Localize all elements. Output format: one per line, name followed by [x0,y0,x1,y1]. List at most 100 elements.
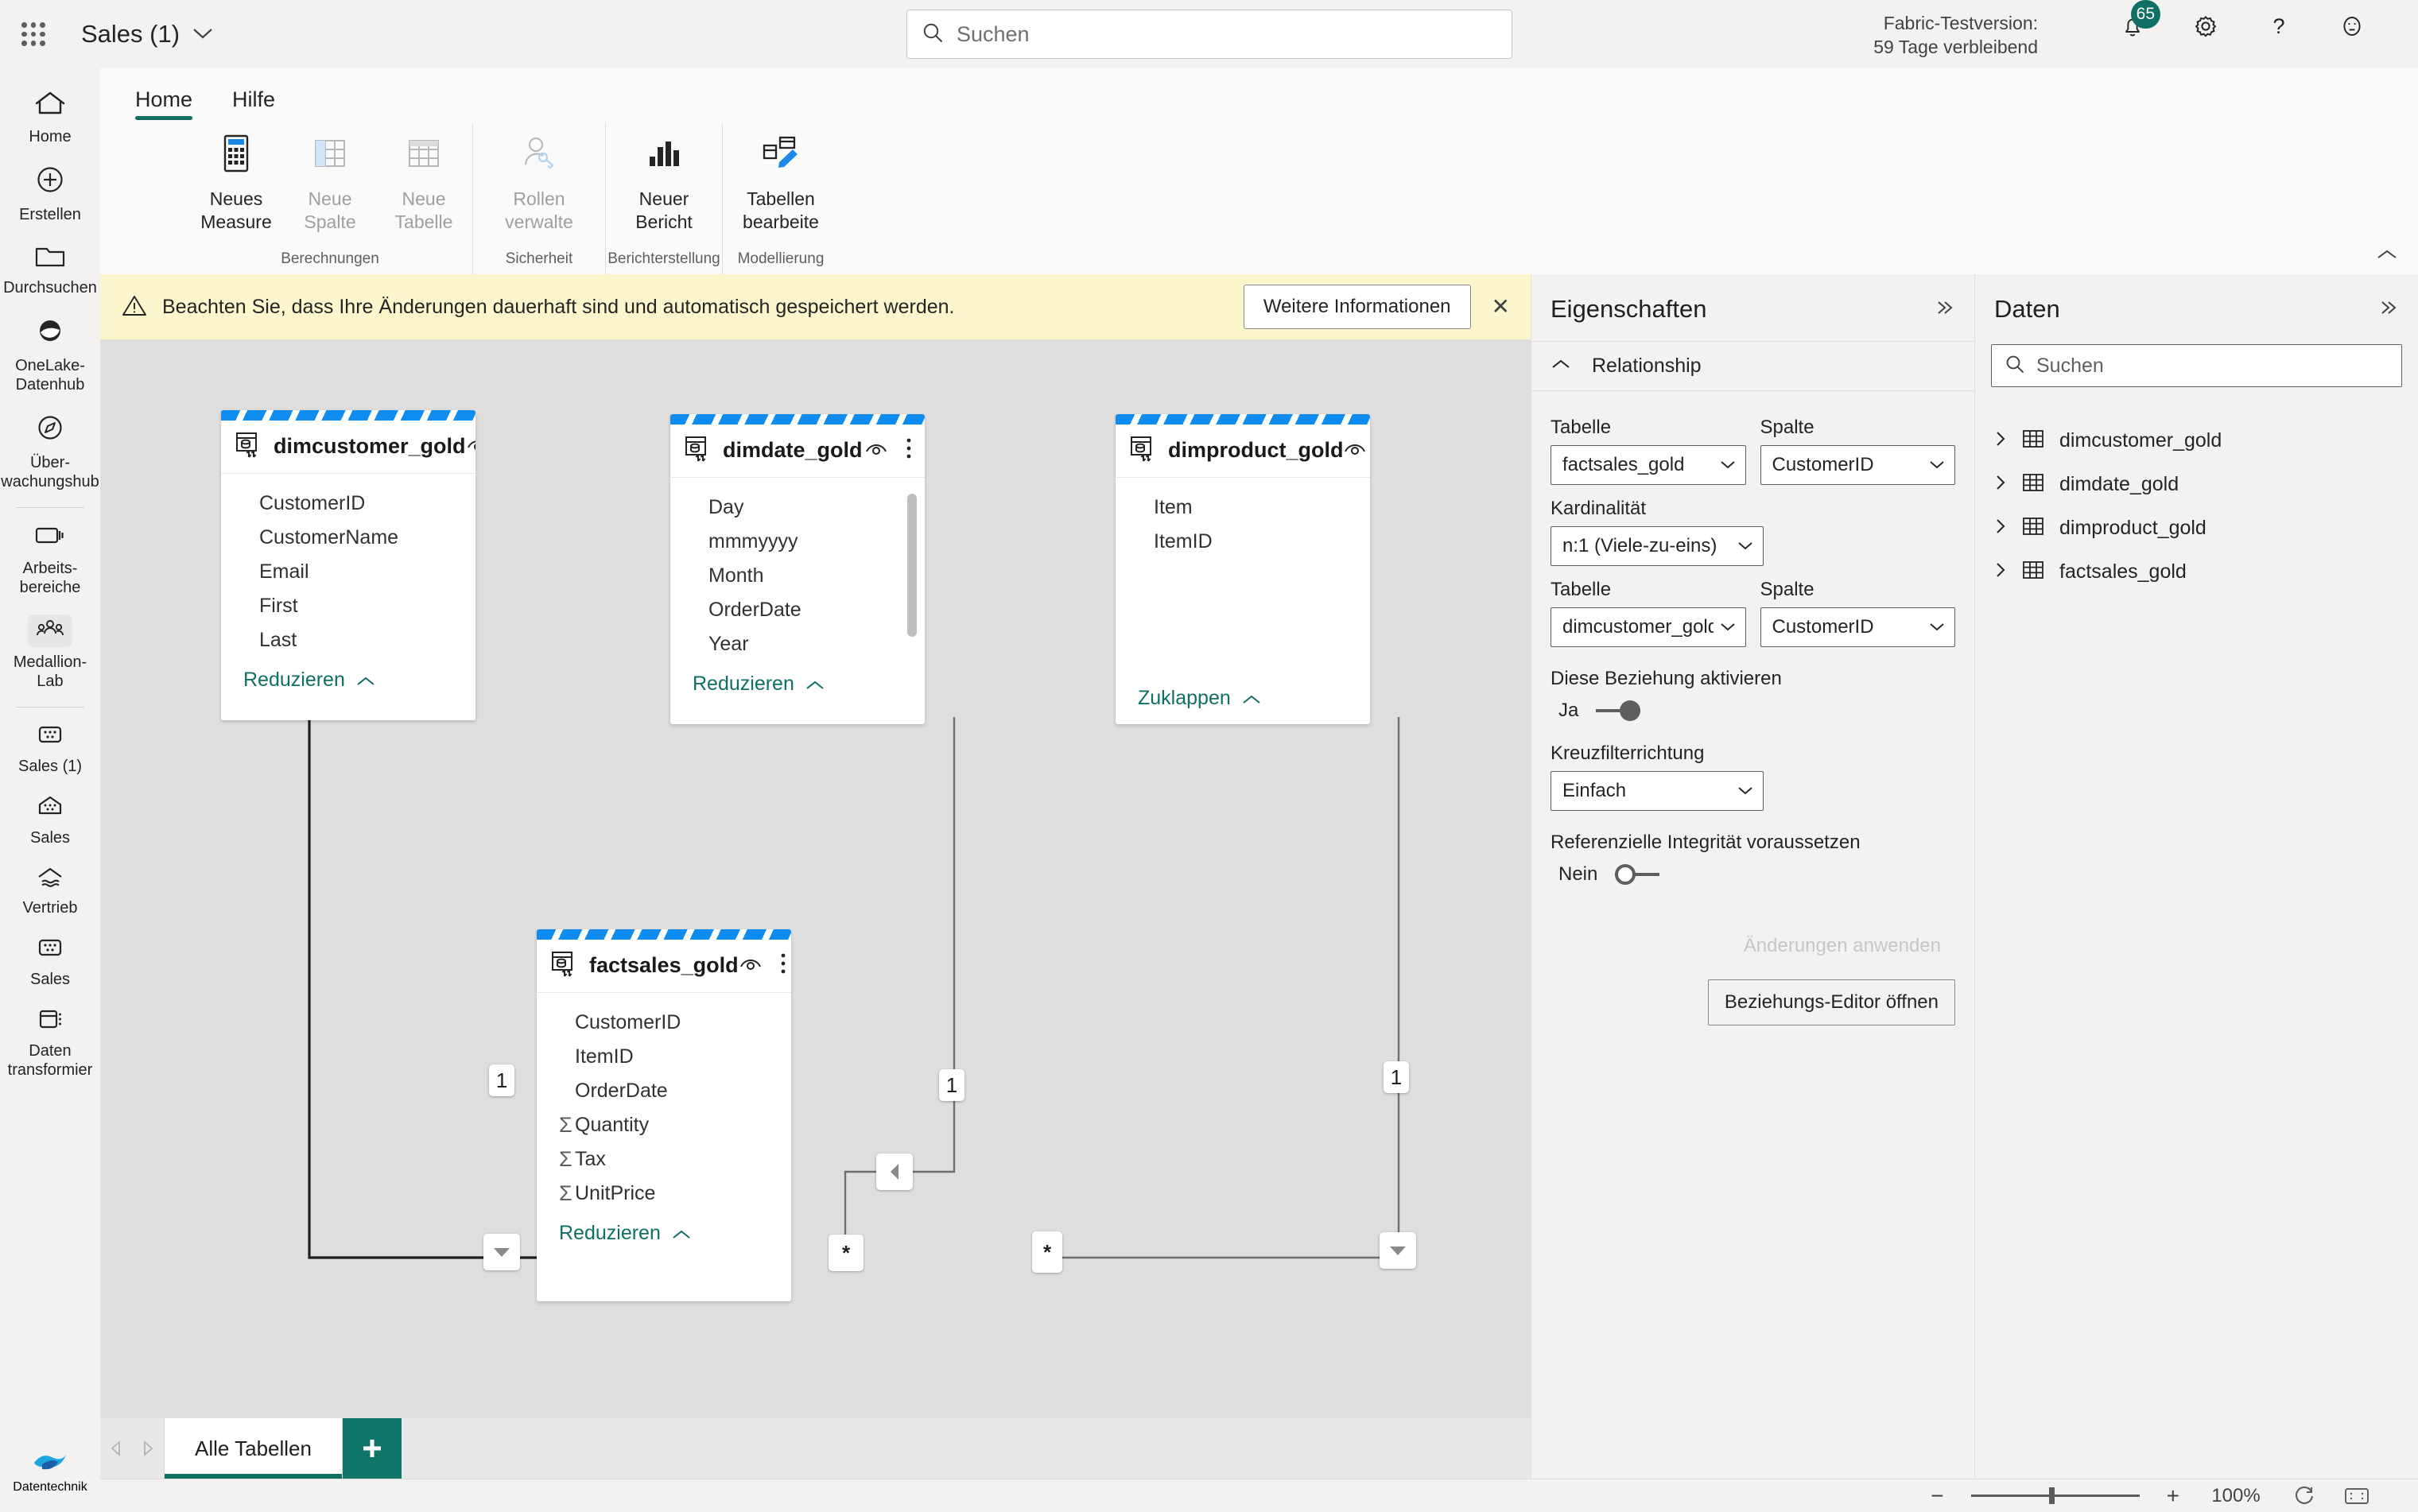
sidebar-item-home[interactable]: Home [3,79,97,154]
chevron-down-icon[interactable] [192,24,213,45]
field-row[interactable]: CustomerName [221,521,475,555]
eye-icon[interactable] [1343,440,1367,461]
tab-hilfe[interactable]: Hilfe [223,81,285,123]
referential-integrity-toggle[interactable]: Nein [1551,863,1955,886]
chevrons-right-icon[interactable] [2378,297,2399,322]
table-card-dimcustomer-gold[interactable]: dimcustomer_gold CustomerID CustomerName… [221,410,475,720]
app-launcher-icon[interactable] [17,18,49,50]
data-search-box[interactable] [1991,344,2402,387]
field-row[interactable]: CustomerID [537,1006,791,1040]
open-relationship-editor-button[interactable]: Beziehungs-Editor öffnen [1707,979,1955,1025]
data-table-row[interactable]: factsales_gold [1975,550,2418,594]
to-table-select[interactable]: dimcustomer_gold [1551,607,1746,647]
toggle-switch-off[interactable] [1615,864,1660,885]
add-sheet-button[interactable] [342,1418,402,1479]
triangle-right-icon[interactable] [132,1418,164,1479]
chevron-right-icon[interactable] [1994,473,2007,496]
data-table-row[interactable]: dimdate_gold [1975,463,2418,506]
table-card-factsales-gold[interactable]: factsales_gold CustomerID ItemID OrderDa… [537,929,791,1301]
sidebar-item-erstellen[interactable]: Erstellen [3,154,97,232]
more-info-button[interactable]: Weitere Informationen [1243,285,1471,329]
sheet-tab-alle-tabellen[interactable]: Alle Tabellen [164,1418,343,1479]
more-vertical-icon[interactable] [906,437,912,463]
close-icon[interactable]: ✕ [1492,296,1510,318]
field-row[interactable]: OrderDate [537,1074,791,1108]
cardinality-badge-many[interactable]: * [829,1235,864,1271]
sidebar-item-datentechnik[interactable]: Datentechnik [13,1444,87,1495]
sidebar-item-sales-model[interactable]: Sales [3,925,97,997]
field-row[interactable]: Month [670,559,925,593]
cardinality-badge-one[interactable]: 1 [489,1064,514,1096]
refresh-icon[interactable] [2292,1484,2316,1508]
chevron-right-icon[interactable] [1994,560,2007,583]
field-row[interactable]: Item [1116,490,1370,525]
cardinality-badge-one[interactable]: 1 [939,1069,964,1101]
chevrons-right-icon[interactable] [1935,297,1955,322]
search-input[interactable] [957,21,1497,47]
sidebar-item-sales-1[interactable]: Sales (1) [3,712,97,784]
table-card-dimdate-gold[interactable]: dimdate_gold Day mmmyyyy Month OrderDate… [670,414,925,724]
smiley-face-icon[interactable] [2334,8,2370,45]
gear-icon[interactable] [2187,8,2224,45]
active-relationship-toggle[interactable]: Ja [1551,700,1955,722]
from-column-select[interactable]: CustomerID [1760,445,1955,485]
crossfilter-select[interactable]: Einfach [1551,771,1764,811]
question-mark-icon[interactable]: ? [2261,8,2297,45]
field-row[interactable]: OrderDate [670,593,925,627]
field-row[interactable]: ItemID [537,1040,791,1074]
sidebar-item-medallion-lab[interactable]: Medallion- Lab [3,605,97,699]
model-canvas[interactable]: 1 * 1 * 1 * dimcustomer_gold [100,339,1531,1418]
relationship-section-toggle[interactable]: Relationship [1531,341,1974,391]
zoom-slider[interactable] [1970,1487,2140,1504]
to-column-select[interactable]: CustomerID [1760,607,1955,647]
filter-down-icon[interactable] [483,1234,520,1270]
chevron-right-icon[interactable] [1994,517,2007,540]
zoom-out-button[interactable]: − [1931,1484,1943,1507]
sidebar-item-durchsuchen[interactable]: Durchsuchen [3,232,97,305]
apply-changes-button[interactable]: Änderungen anwenden [1729,924,1955,968]
data-table-row[interactable]: dimcustomer_gold [1975,419,2418,463]
sidebar-item-onelake-datenhub[interactable]: OneLake- Datenhub [3,305,97,402]
fit-to-screen-icon[interactable] [2343,1486,2370,1506]
cardinality-select[interactable]: n:1 (Viele-zu-eins) [1551,526,1764,566]
tab-home[interactable]: Home [126,81,202,123]
cardinality-badge-many[interactable]: * [1032,1231,1062,1273]
collapse-link[interactable]: Zuklappen [1138,687,1261,710]
field-row[interactable]: Last [221,623,475,657]
eye-icon[interactable] [466,436,475,457]
toggle-switch-on[interactable] [1596,700,1641,721]
field-row[interactable]: Σ Tax [537,1142,791,1177]
manage-roles-button[interactable]: Rollen verwalte [492,123,586,234]
zoom-slider-handle[interactable] [2048,1487,2055,1504]
edit-tables-button[interactable]: Tabellen bearbeite [734,123,828,234]
field-row[interactable]: ItemID [1116,525,1370,559]
triangle-left-icon[interactable] [100,1418,132,1479]
eye-icon[interactable] [864,440,888,461]
more-vertical-icon[interactable] [780,952,786,979]
sidebar-item-daten-transformieren[interactable]: Daten transformier [3,997,97,1087]
chevron-right-icon[interactable] [1994,429,2007,452]
sidebar-item-sales-lakehouse[interactable]: Sales [3,784,97,855]
zoom-in-button[interactable]: + [2167,1484,2179,1507]
card-scrollbar[interactable] [907,494,917,637]
new-column-button[interactable]: Neue Spalte [283,123,377,234]
sidebar-item-arbeitsbereiche[interactable]: Arbeits- bereiche [3,513,97,605]
from-table-select[interactable]: factsales_gold [1551,445,1746,485]
new-measure-button[interactable]: Neues Measure [189,123,283,234]
field-row[interactable]: Day [670,490,925,525]
eye-icon[interactable] [739,955,763,976]
chevron-up-icon[interactable] [2377,244,2397,265]
search-box[interactable] [906,10,1512,59]
sidebar-item-ueberwachungshub[interactable]: Über- wachungshub [1,402,99,499]
collapse-link[interactable]: Reduzieren [693,673,825,696]
field-row[interactable]: CustomerID [221,487,475,521]
bell-icon[interactable]: 65 [2114,0,2160,45]
data-table-row[interactable]: dimproduct_gold [1975,506,2418,550]
field-row[interactable]: mmmyyyy [670,525,925,559]
table-card-dimproduct-gold[interactable]: dimproduct_gold Item ItemID Zuklappen [1116,414,1370,724]
filter-left-icon[interactable] [876,1153,913,1190]
field-row[interactable]: Email [221,555,475,589]
sidebar-item-vertrieb[interactable]: Vertrieb [3,855,97,925]
new-report-button[interactable]: Neuer Bericht [617,123,711,234]
field-row[interactable]: Year [670,627,925,661]
